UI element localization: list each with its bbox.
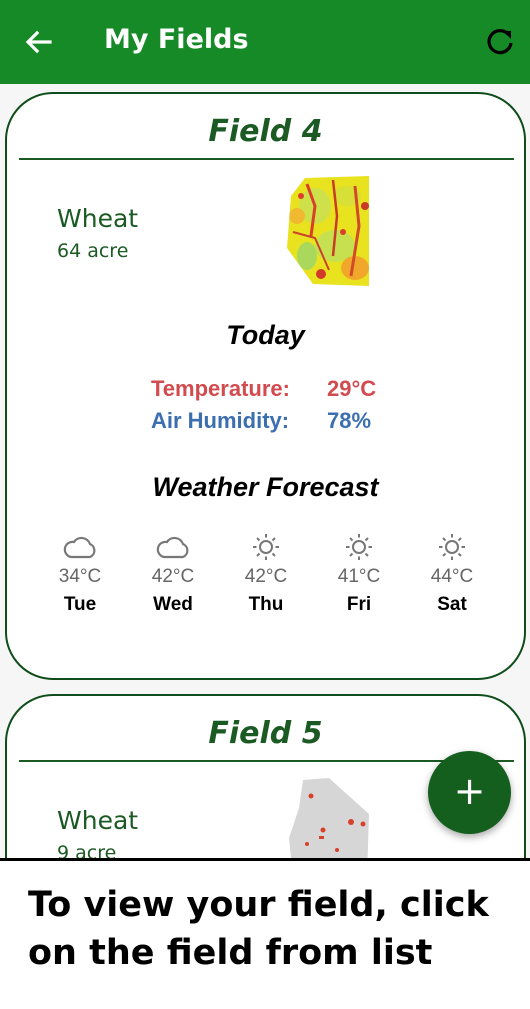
forecast-temp: 42°C <box>151 566 195 587</box>
forecast-day-label: Wed <box>153 594 193 615</box>
forecast-day: 34°C Tue <box>44 534 116 616</box>
temperature-value: 29°C <box>327 376 377 401</box>
sun-icon <box>439 534 465 560</box>
crop-name: Wheat <box>57 204 139 233</box>
humidity-label: Air Humidity: <box>151 408 290 433</box>
page-title: My Fields <box>104 24 249 55</box>
humidity-value: 78% <box>327 408 372 433</box>
forecast-heading: Weather Forecast <box>152 472 379 502</box>
sun-icon <box>253 534 279 560</box>
today-heading: Today <box>226 320 305 350</box>
app-bar: My Fields <box>0 0 530 84</box>
add-field-button[interactable]: + <box>428 751 511 834</box>
field-card[interactable]: Field 4 Wheat 64 acre Today Temperature:… <box>5 92 526 680</box>
cloud-icon <box>63 536 96 559</box>
instruction-caption: To view your field, click on the field f… <box>0 858 530 1009</box>
forecast-day: 42°C Thu <box>230 534 302 616</box>
divider <box>19 158 514 160</box>
forecast-day-label: Thu <box>248 594 284 615</box>
forecast-day-label: Tue <box>63 594 97 615</box>
forecast-temp: 42°C <box>244 566 288 587</box>
forecast-temp: 34°C <box>58 566 102 587</box>
forecast-day: 41°C Fri <box>323 534 395 616</box>
forecast-temp: 41°C <box>337 566 381 587</box>
field-map-thumbnail <box>289 778 369 860</box>
instruction-text: To view your field, click on the field f… <box>28 885 489 973</box>
field-list[interactable]: Field 4 Wheat 64 acre Today Temperature:… <box>0 84 530 860</box>
temperature-label: Temperature: <box>151 376 290 401</box>
forecast-temp: 44°C <box>430 566 474 587</box>
forecast-day-label: Sat <box>437 594 467 615</box>
refresh-icon[interactable] <box>484 26 516 58</box>
plus-icon: + <box>453 769 486 813</box>
sun-icon <box>346 534 372 560</box>
cloud-icon <box>156 536 189 559</box>
crop-name: Wheat <box>57 806 139 835</box>
forecast-day: 44°C Sat <box>416 534 488 616</box>
forecast-day: 42°C Wed <box>137 534 209 616</box>
field-name: Field 4 <box>208 114 323 149</box>
field-area: 64 acre <box>57 240 129 262</box>
field-name: Field 5 <box>208 716 323 751</box>
field-map-thumbnail <box>287 176 369 286</box>
forecast-day-label: Fri <box>346 594 372 615</box>
arrow-left-icon[interactable] <box>22 26 54 58</box>
